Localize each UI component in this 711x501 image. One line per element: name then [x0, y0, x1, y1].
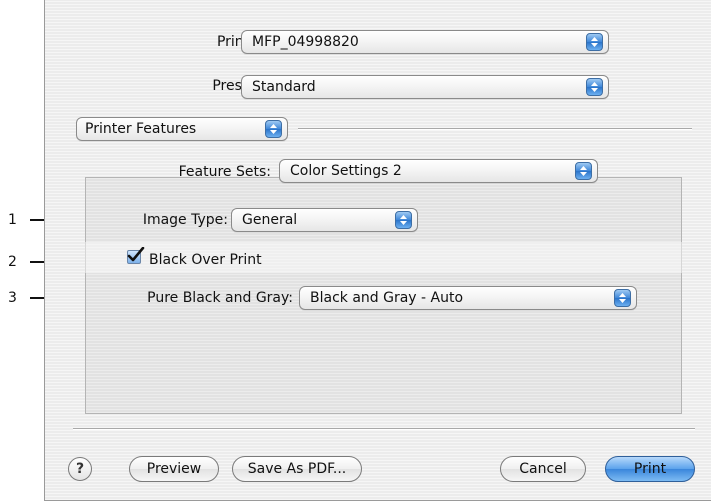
save-as-pdf-button[interactable]: Save As PDF... [232, 456, 362, 482]
callout-number-2: 2 [8, 254, 17, 270]
image-type-popup[interactable]: General [231, 208, 418, 232]
bottom-separator [73, 428, 695, 430]
image-type-value: General [242, 212, 298, 228]
feature-sets-value: Color Settings 2 [290, 163, 402, 179]
popup-arrows-icon [586, 33, 603, 51]
image-type-label: Image Type: [142, 212, 228, 228]
callout-number-1: 1 [8, 212, 17, 228]
pure-black-gray-value: Black and Gray - Auto [310, 290, 464, 306]
pure-black-gray-label: Pure Black and Gray: [147, 290, 293, 306]
presets-value: Standard [252, 79, 316, 95]
popup-arrows-icon [586, 78, 603, 96]
black-over-print-checkbox[interactable] [127, 247, 145, 264]
printer-popup[interactable]: MFP_04998820 [241, 30, 609, 54]
feature-sets-popup[interactable]: Color Settings 2 [279, 159, 598, 183]
print-button[interactable]: Print [605, 456, 695, 482]
preview-button[interactable]: Preview [129, 456, 219, 482]
print-dialog: Printer: MFP_04998820 Presets: Standard … [44, 0, 711, 501]
popup-arrows-icon [395, 211, 412, 229]
pure-black-gray-popup[interactable]: Black and Gray - Auto [299, 286, 637, 310]
help-button[interactable]: ? [68, 457, 92, 481]
popup-arrows-icon [614, 289, 631, 307]
popup-arrows-icon [265, 120, 282, 138]
callout-number-3: 3 [8, 290, 17, 306]
black-over-print-label: Black Over Print [149, 252, 262, 268]
feature-sets-label: Feature Sets: [178, 164, 271, 180]
popup-arrows-icon [575, 162, 592, 180]
panel-menu-popup[interactable]: Printer Features [76, 117, 288, 141]
panel-separator [298, 128, 692, 130]
panel-menu-value: Printer Features [85, 121, 197, 137]
presets-popup[interactable]: Standard [241, 75, 609, 99]
printer-value: MFP_04998820 [252, 34, 359, 50]
cancel-button[interactable]: Cancel [500, 456, 586, 482]
